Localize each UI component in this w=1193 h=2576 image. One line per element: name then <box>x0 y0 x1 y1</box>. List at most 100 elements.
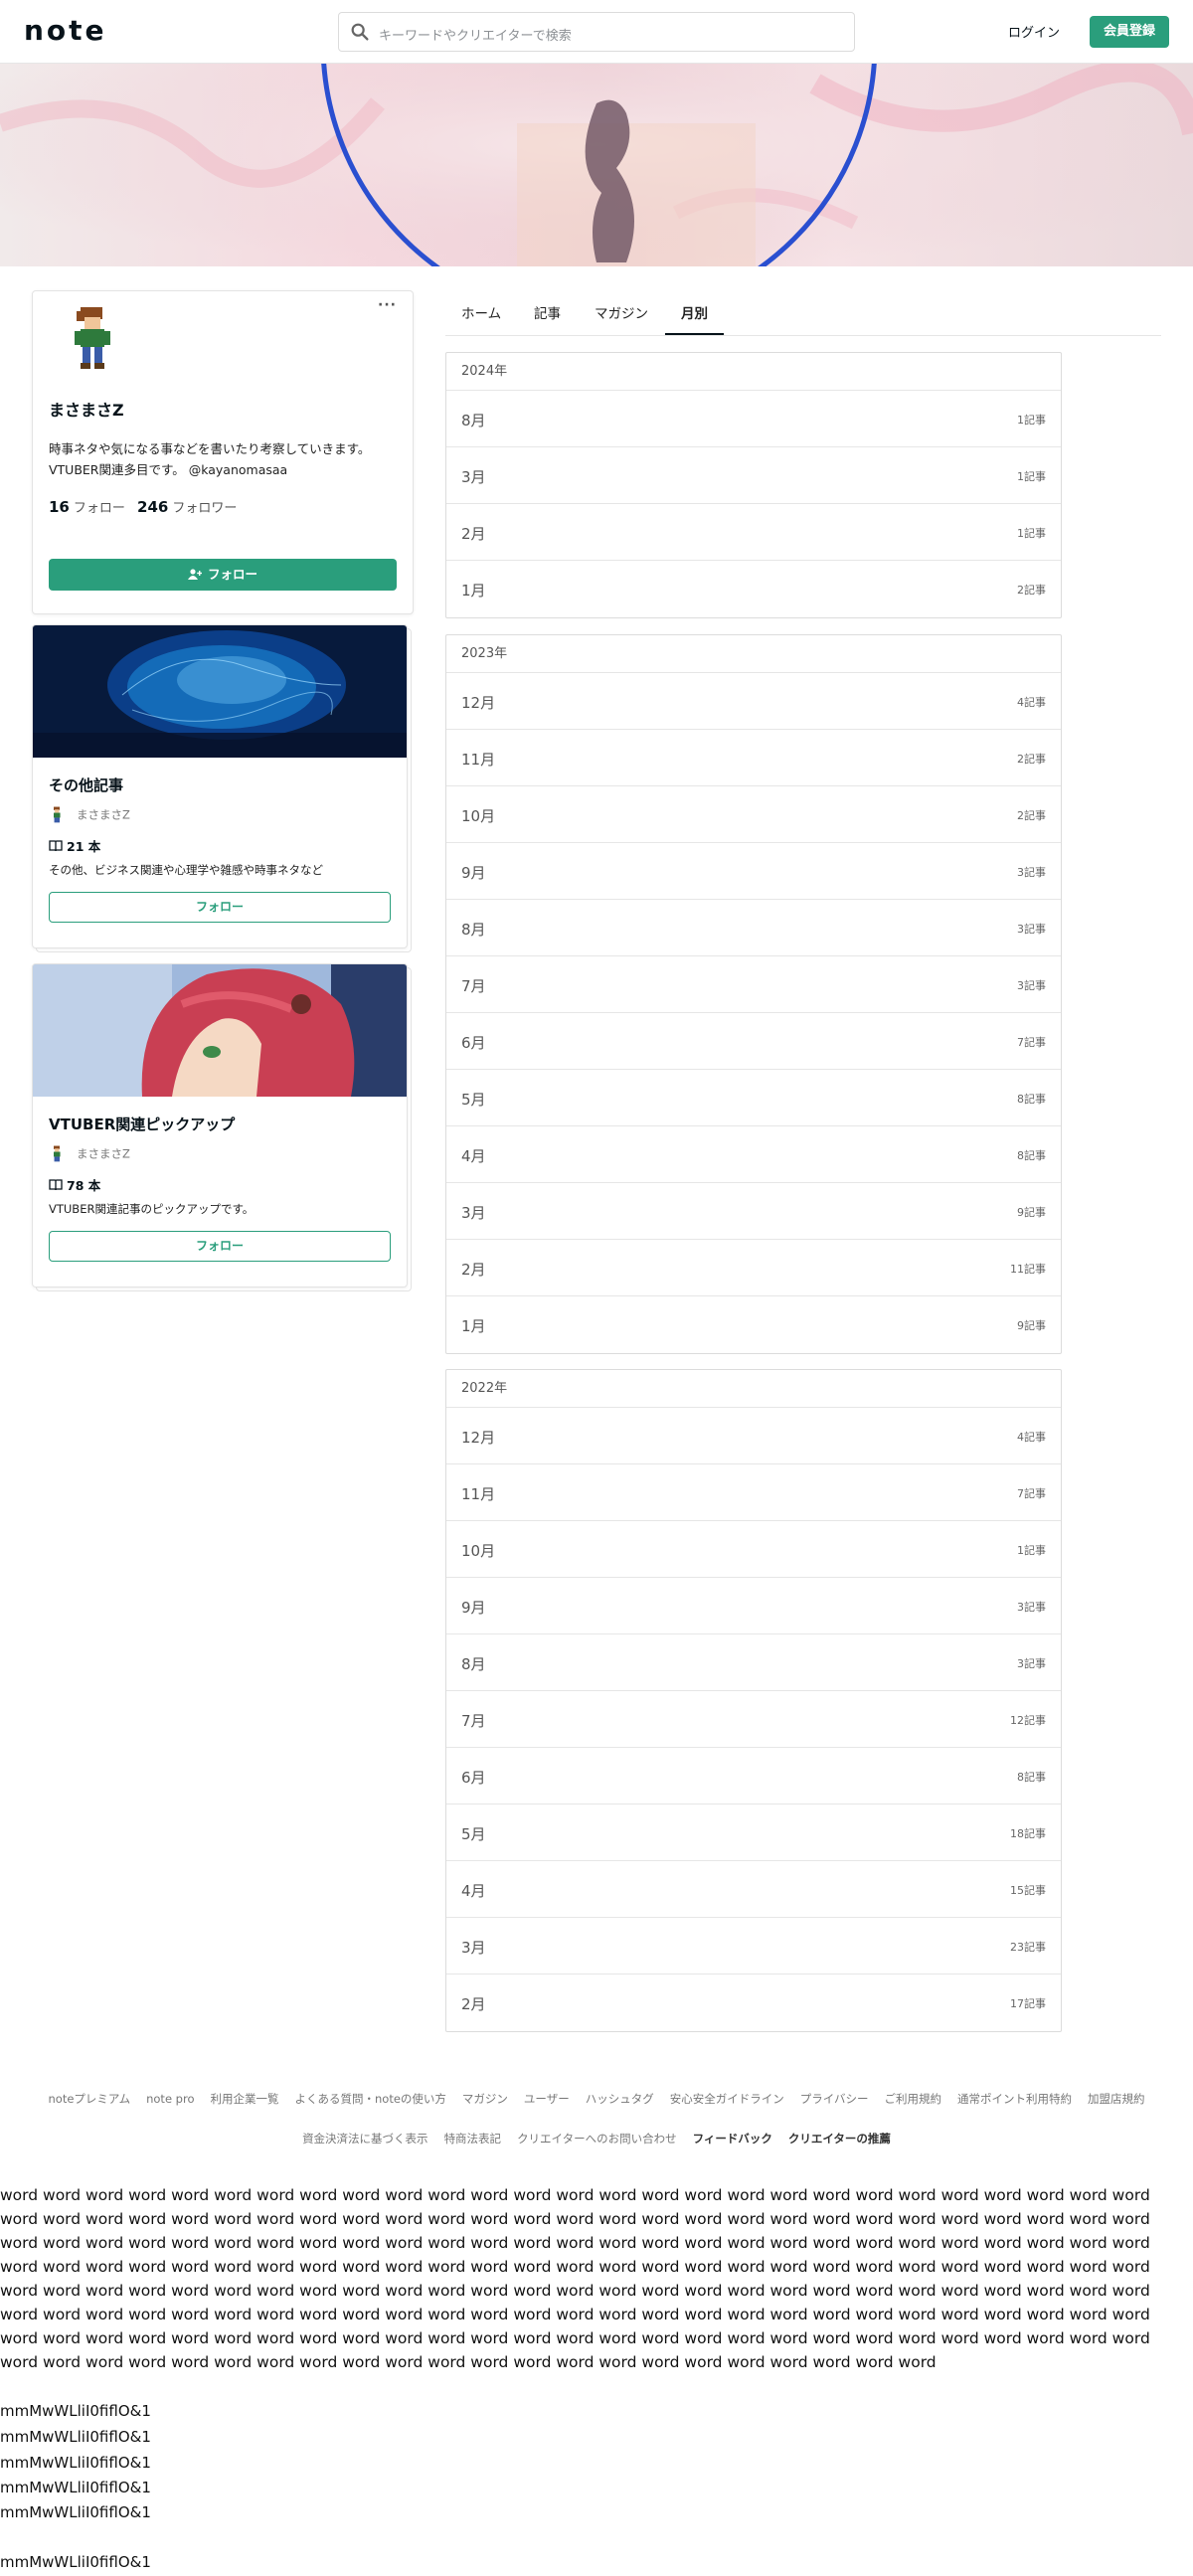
article-count: 3記事 <box>1017 923 1046 936</box>
month-row[interactable]: 4月 15記事 <box>446 1861 1061 1918</box>
magazine-title[interactable]: その他記事 <box>49 774 123 795</box>
more-options-icon[interactable]: ··· <box>378 297 397 313</box>
mono-sample-line: mmMwWLliI0fiflO&1 <box>0 2503 151 2521</box>
month-label: 7月 <box>461 977 486 995</box>
year-group: 2022年 12月 4記事 11月 7記事 10月 1記事 9月 3記事 8月 3記事 7月 12記事 6… <box>445 1369 1062 2032</box>
month-label: 3月 <box>461 1939 486 1957</box>
month-row[interactable]: 8月 1記事 <box>446 391 1061 447</box>
footer-link[interactable]: プライバシー <box>800 2092 869 2106</box>
magazine-card[interactable]: その他記事 まさまさZ 21 本 その他、ビジネス関連や心理学や雑感や時事ネタな… <box>32 624 408 948</box>
footer-links-secondary: 資金決済法に基づく表示 特商法表記 クリエイターへのお問い合わせ フィードバック クリエ… <box>0 2131 1193 2147</box>
tab-home[interactable]: ホーム <box>461 302 501 332</box>
month-row[interactable]: 4月 8記事 <box>446 1126 1061 1183</box>
month-row[interactable]: 3月 1記事 <box>446 447 1061 504</box>
footer-link[interactable]: クリエイターの推薦 <box>788 2132 891 2146</box>
profile-bio: 時事ネタや気になる事などを書いたり考察していきます。VTUBER関連多目です。 … <box>49 441 371 477</box>
follow-stats: 16 フォロー 246 フォロワー <box>49 497 237 516</box>
footer-link[interactable]: 資金決済法に基づく表示 <box>302 2132 428 2146</box>
month-row[interactable]: 12月 4記事 <box>446 1408 1061 1464</box>
signup-button[interactable]: 会員登録 <box>1090 16 1169 48</box>
month-row[interactable]: 2月 11記事 <box>446 1240 1061 1296</box>
author-name: まさまさZ <box>77 1146 130 1161</box>
month-row[interactable]: 3月 9記事 <box>446 1183 1061 1240</box>
month-label: 12月 <box>461 694 496 712</box>
month-row[interactable]: 6月 8記事 <box>446 1748 1061 1804</box>
mono-sample-line: mmMwWLliI0fiflO&1 <box>0 2402 151 2420</box>
follow-button[interactable]: フォロー <box>49 559 397 591</box>
magazine-title[interactable]: VTUBER関連ピックアップ <box>49 1114 235 1134</box>
footer-link[interactable]: noteプレミアム <box>49 2092 131 2106</box>
month-label: 8月 <box>461 1655 486 1673</box>
magazine-author[interactable]: まさまさZ <box>49 1145 130 1163</box>
footer-link[interactable]: 安心安全ガイドライン <box>670 2092 784 2106</box>
search-box[interactable]: キーワードやクリエイターで検索 <box>338 12 855 52</box>
article-count: 8記事 <box>1017 1149 1046 1162</box>
article-count: 1記事 <box>1017 470 1046 483</box>
magazine-count: 21 本 <box>49 836 100 855</box>
footer-link[interactable]: note pro <box>146 2092 194 2106</box>
month-row[interactable]: 2月 1記事 <box>446 504 1061 561</box>
author-name: まさまさZ <box>77 807 130 822</box>
month-row[interactable]: 12月 4記事 <box>446 673 1061 730</box>
article-count: 21 本 <box>67 839 101 854</box>
footer-link[interactable]: フィードバック <box>693 2132 772 2146</box>
footer-link[interactable]: ハッシュタグ <box>586 2092 654 2106</box>
search-input[interactable]: キーワードやクリエイターで検索 <box>379 25 572 44</box>
footer-link[interactable]: クリエイターへのお問い合わせ <box>517 2132 677 2146</box>
month-row[interactable]: 6月 7記事 <box>446 1013 1061 1070</box>
month-row[interactable]: 1月 9記事 <box>446 1296 1061 1353</box>
month-row[interactable]: 5月 8記事 <box>446 1070 1061 1126</box>
footer-link[interactable]: マガジン <box>462 2092 508 2106</box>
tab-articles[interactable]: 記事 <box>534 302 561 332</box>
month-row[interactable]: 8月 3記事 <box>446 1634 1061 1691</box>
footer-link[interactable]: ユーザー <box>524 2092 570 2106</box>
month-row[interactable]: 9月 3記事 <box>446 843 1061 900</box>
avatar[interactable] <box>63 305 120 371</box>
following-count[interactable]: 16 <box>49 498 70 516</box>
article-count: 2記事 <box>1017 809 1046 822</box>
mono-sample-line: mmMwWLliI0fiflO&1 <box>0 2479 151 2496</box>
author-avatar <box>54 806 61 823</box>
month-row[interactable]: 11月 7記事 <box>446 1464 1061 1521</box>
month-row[interactable]: 2月 17記事 <box>446 1975 1061 2031</box>
month-row[interactable]: 1月 2記事 <box>446 561 1061 617</box>
site-header: note キーワードやクリエイターで検索 ログイン 会員登録 <box>0 0 1193 64</box>
month-label: 10月 <box>461 1542 496 1560</box>
month-row[interactable]: 8月 3記事 <box>446 900 1061 956</box>
followers-count[interactable]: 246 <box>137 498 168 516</box>
month-row[interactable]: 10月 1記事 <box>446 1521 1061 1578</box>
month-label: 5月 <box>461 1091 486 1109</box>
year-heading: 2024年 <box>446 353 1061 391</box>
login-link[interactable]: ログイン <box>994 22 1074 41</box>
footer-link[interactable]: 通常ポイント利用特約 <box>957 2092 1072 2106</box>
month-row[interactable]: 5月 18記事 <box>446 1804 1061 1861</box>
article-count: 1記事 <box>1017 1544 1046 1557</box>
year-group: 2024年 8月 1記事 3月 1記事 2月 1記事 1月 2記事 <box>445 352 1062 618</box>
month-label: 2月 <box>461 1261 486 1279</box>
tab-magazines[interactable]: マガジン <box>595 302 648 332</box>
article-count: 1記事 <box>1017 527 1046 540</box>
month-row[interactable]: 10月 2記事 <box>446 786 1061 843</box>
footer-link[interactable]: よくある質問・noteの使い方 <box>295 2092 446 2106</box>
footer-link[interactable]: ご利用規約 <box>884 2092 941 2106</box>
month-row[interactable]: 9月 3記事 <box>446 1578 1061 1634</box>
month-label: 8月 <box>461 412 486 429</box>
tab-monthly[interactable]: 月別 <box>665 302 724 335</box>
footer-link[interactable]: 特商法表記 <box>444 2132 502 2146</box>
month-label: 6月 <box>461 1769 486 1787</box>
month-row[interactable]: 11月 2記事 <box>446 730 1061 786</box>
note-logo[interactable]: note <box>24 16 107 46</box>
add-user-icon <box>187 569 203 580</box>
magazine-follow-button[interactable]: フォロー <box>49 1231 391 1262</box>
footer-link[interactable]: 加盟店規約 <box>1088 2092 1145 2106</box>
magazine-follow-button[interactable]: フォロー <box>49 892 391 923</box>
magazine-card[interactable]: VTUBER関連ピックアップ まさまさZ 78 本 VTUBER関連記事のピック… <box>32 963 408 1288</box>
magazine-author[interactable]: まさまさZ <box>49 806 130 824</box>
footer-link[interactable]: 利用企業一覧 <box>211 2092 279 2106</box>
month-row[interactable]: 7月 12記事 <box>446 1691 1061 1748</box>
book-icon <box>49 840 63 852</box>
following-label[interactable]: フォロー <box>74 501 125 516</box>
month-row[interactable]: 3月 23記事 <box>446 1918 1061 1975</box>
followers-label[interactable]: フォロワー <box>172 501 237 516</box>
month-row[interactable]: 7月 3記事 <box>446 956 1061 1013</box>
